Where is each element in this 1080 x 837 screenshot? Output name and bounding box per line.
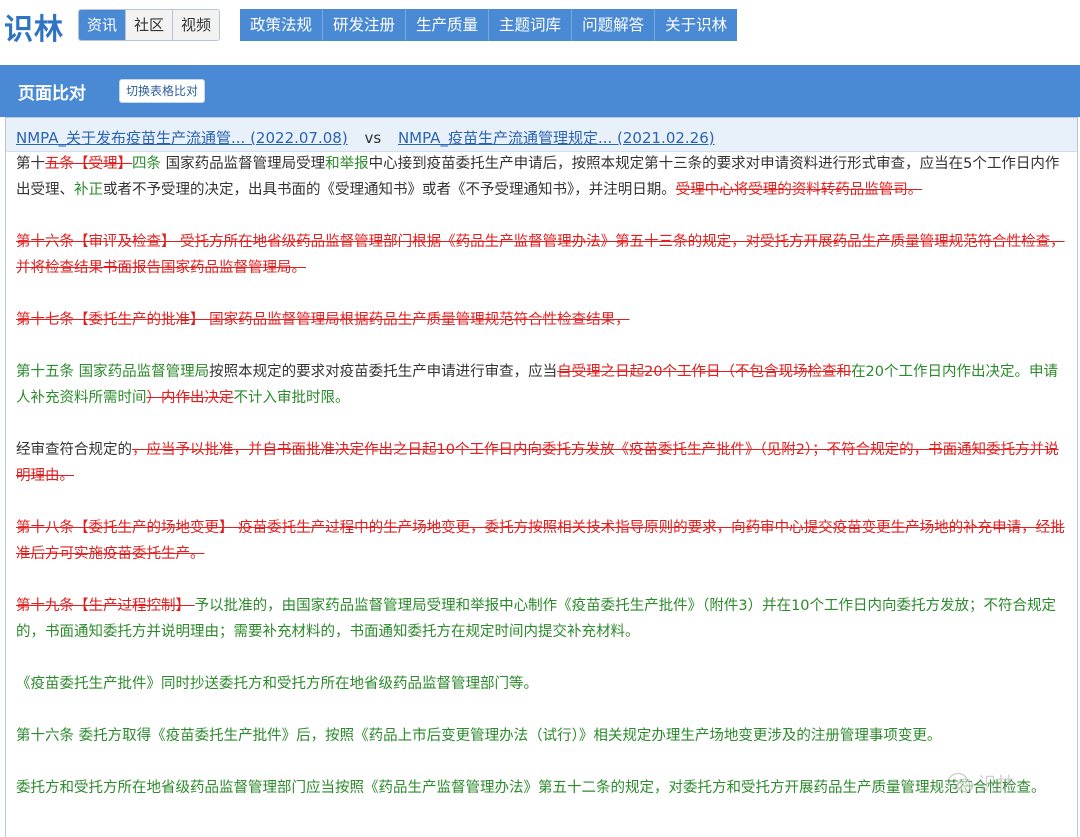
diff-paragraph: 第十五条 国家药品监督管理局按照本规定的要求对疫苗委托生产申请进行审查，应当自受…	[16, 359, 1066, 411]
diff-paragraph: 第十六条【审评及检查】 受托方所在地省级药品监督管理部门根据《药品生产监督管理办…	[16, 229, 1066, 281]
nav-item-production-quality[interactable]: 生产质量	[406, 9, 490, 41]
right-document-link[interactable]: NMPA_疫苗生产流通管理规定... (2021.02.26)	[398, 129, 715, 147]
diff-paragraph: 委托方和受托方所在地省级药品监督管理部门应当按照《药品生产监督管理办法》第五十二…	[16, 775, 1066, 801]
page-title: 页面比对	[18, 84, 86, 104]
unchanged-text: 或者不予受理的决定，出具书面的《受理通知书》或者《不予受理通知书》，并注明日期。	[103, 182, 676, 198]
watermark-text: 识林	[978, 774, 1014, 795]
diff-paragraph: 经审查符合规定的，应当予以批准，并自书面批准决定作出之日起10个工作日内向委托方…	[16, 437, 1066, 489]
nav-item-qa[interactable]: 问题解答	[572, 9, 656, 41]
diff-paragraph: 第十五条【受理】四条 国家药品监督管理局受理和举报中心接到疫苗委托生产申请后，按…	[16, 151, 1066, 203]
segment-video[interactable]: 视频	[173, 10, 220, 40]
compare-bar: NMPA_关于发布疫苗生产流通管... (2022.07.08) vs NMPA…	[6, 118, 1077, 152]
inserted-text: 补正	[74, 182, 103, 198]
watermark: 识林	[948, 770, 1014, 796]
unchanged-text: 国家药品监督管理局受理	[161, 156, 326, 172]
deleted-text: 第十八条【委托生产的场地变更】 疫苗委托生产过程中的生产场地变更，委托方按照相关…	[16, 520, 1065, 562]
inserted-text: 委托方和受托方所在地省级药品监督管理部门应当按照《药品生产监督管理办法》第五十二…	[16, 780, 1046, 796]
diff-paragraph: 第十八条【委托生产的场地变更】 疫苗委托生产过程中的生产场地变更，委托方按照相关…	[16, 515, 1066, 567]
inserted-text: 不计入审批时限。	[233, 390, 350, 406]
deleted-text: 自受理之日起20个工作日（不包含现场检查和	[557, 364, 852, 380]
deleted-text: 第十七条【委托生产的批准】 国家药品监督管理局根据药品生产质量管理规范符合性检查…	[16, 312, 630, 328]
compare-panel: NMPA_关于发布疫苗生产流通管... (2022.07.08) vs NMPA…	[5, 117, 1078, 837]
inserted-text: 第十六条 委托方取得《疫苗委托生产批件》后，按照《药品上市后变更管理办法（试行）…	[16, 728, 942, 744]
diff-paragraph: 《疫苗委托生产批件》同时抄送委托方和受托方所在地省级药品监督管理部门等。	[16, 671, 1066, 697]
unchanged-text: 按照本规定的要求对疫苗委托生产申请进行审查，应当	[209, 364, 558, 380]
deleted-text: 五条【受理】	[45, 156, 132, 172]
deleted-text: 受理中心将受理的资料转药品监管司。	[675, 182, 923, 198]
inserted-text: 第十五条 国家药品监督管理局	[16, 364, 210, 380]
deleted-text: ，应当予以批准，并自书面批准决定作出之日起10个工作日内向委托方发放《疫苗委托生…	[16, 442, 1059, 484]
inserted-text: 四条	[132, 156, 161, 172]
unchanged-text: 经审查符合规定的	[16, 442, 132, 458]
inserted-text: 《疫苗委托生产批件》同时抄送委托方和受托方所在地省级药品监督管理部门等。	[16, 676, 538, 692]
main-nav: 政策法规 研发注册 生产质量 主题词库 问题解答 关于识林	[240, 9, 738, 41]
deleted-text: ）内作出决定	[146, 390, 234, 406]
diff-paragraph: 第十九条【生产过程控制】 予以批准的，由国家药品监督管理局受理和举报中心制作《疫…	[16, 593, 1066, 645]
inserted-text: 和举报	[325, 156, 369, 172]
content-type-switch: 资讯 社区 视频	[78, 9, 221, 41]
compare-titles: NMPA_关于发布疫苗生产流通管... (2022.07.08) vs NMPA…	[16, 127, 715, 148]
unchanged-text: 第十	[16, 156, 45, 172]
left-document-link[interactable]: NMPA_关于发布疫苗生产流通管... (2022.07.08)	[16, 129, 348, 147]
diff-paragraph: 第十六条 委托方取得《疫苗委托生产批件》后，按照《药品上市后变更管理办法（试行）…	[16, 723, 1066, 749]
nav-item-rd-registration[interactable]: 研发注册	[323, 9, 407, 41]
site-logo[interactable]: 识林	[4, 6, 64, 48]
segment-community[interactable]: 社区	[126, 10, 174, 40]
top-navigation: 识林 资讯 社区 视频 政策法规 研发注册 生产质量 主题词库 问题解答 关于识…	[0, 0, 1080, 48]
diff-content: 第十五条【受理】四条 国家药品监督管理局受理和举报中心接到疫苗委托生产申请后，按…	[16, 151, 1066, 801]
segment-news[interactable]: 资讯	[79, 10, 127, 40]
nav-item-policy[interactable]: 政策法规	[240, 9, 324, 41]
switch-table-compare-button[interactable]: 切换表格比对	[119, 79, 206, 103]
wechat-icon	[948, 772, 974, 793]
deleted-text: 第十九条【生产过程控制】	[16, 598, 195, 614]
nav-item-glossary[interactable]: 主题词库	[489, 9, 573, 41]
diff-paragraph: 第十七条【委托生产的批准】 国家药品监督管理局根据药品生产质量管理规范符合性检查…	[16, 307, 1066, 333]
nav-item-about[interactable]: 关于识林	[655, 9, 737, 41]
vs-label: vs	[364, 129, 382, 147]
deleted-text: 第十六条【审评及检查】 受托方所在地省级药品监督管理部门根据《药品生产监督管理办…	[16, 234, 1065, 276]
